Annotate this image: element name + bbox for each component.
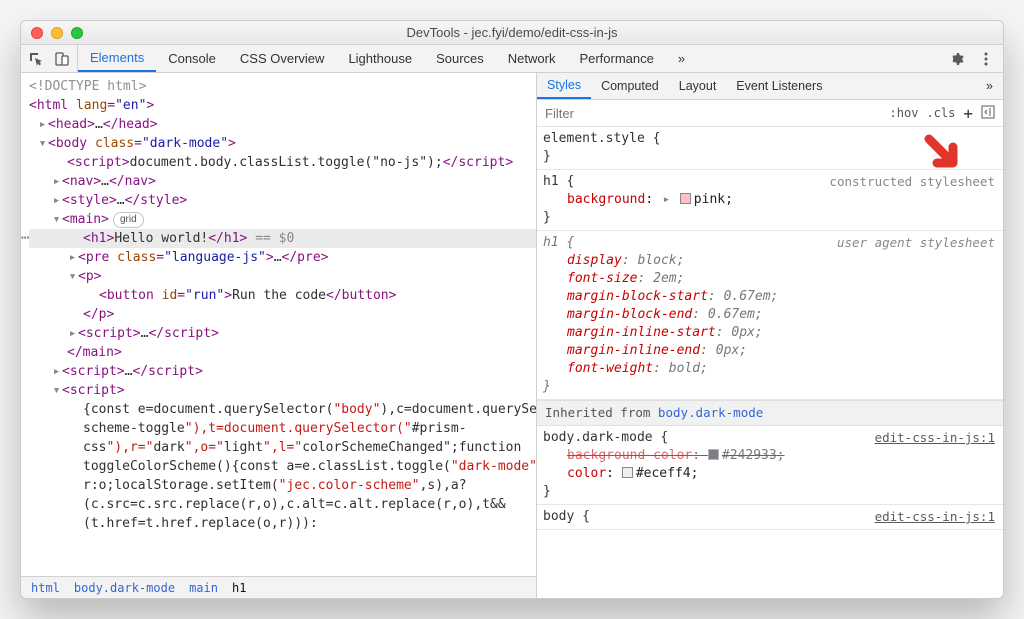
- kebab-icon[interactable]: [977, 50, 995, 68]
- dom-pane: <!DOCTYPE html> <html lang="en"> ▸<head>…: [21, 73, 537, 598]
- tab-sources[interactable]: Sources: [424, 45, 496, 72]
- traffic-lights: [31, 27, 83, 39]
- panel-toggle-icon[interactable]: [981, 105, 995, 122]
- crumb[interactable]: h1: [232, 581, 246, 595]
- inspect-icon[interactable]: [27, 50, 45, 68]
- tab-console[interactable]: Console: [156, 45, 228, 72]
- maximize-icon[interactable]: [71, 27, 83, 39]
- device-icon[interactable]: [53, 50, 71, 68]
- styles-tabs-overflow[interactable]: »: [976, 73, 1003, 99]
- tab-layout[interactable]: Layout: [669, 73, 727, 99]
- new-rule-button[interactable]: +: [963, 104, 973, 123]
- devtools-window: DevTools - jec.fyi/demo/edit-css-in-js E…: [20, 20, 1004, 599]
- titlebar: DevTools - jec.fyi/demo/edit-css-in-js: [21, 21, 1003, 45]
- main-toolbar: Elements Console CSS Overview Lighthouse…: [21, 45, 1003, 73]
- rule-element-style[interactable]: element.style { }: [537, 127, 1003, 170]
- rule-h1-constructed[interactable]: constructed stylesheet h1 { background: …: [537, 170, 1003, 231]
- close-icon[interactable]: [31, 27, 43, 39]
- window-title: DevTools - jec.fyi/demo/edit-css-in-js: [21, 25, 1003, 40]
- styles-tabs: Styles Computed Layout Event Listeners »: [537, 73, 1003, 100]
- rule-h1-ua[interactable]: user agent stylesheet h1 { display: bloc…: [537, 231, 1003, 400]
- styles-body[interactable]: element.style { } constructed stylesheet…: [537, 127, 1003, 598]
- rule-source[interactable]: constructed stylesheet: [829, 173, 995, 191]
- crumb[interactable]: body.dark-mode: [74, 581, 175, 595]
- tabs-overflow[interactable]: »: [666, 45, 697, 72]
- tab-elements[interactable]: Elements: [78, 45, 156, 72]
- rule-source: user agent stylesheet: [837, 234, 995, 252]
- color-swatch[interactable]: [680, 193, 691, 204]
- dom-tree[interactable]: <!DOCTYPE html> <html lang="en"> ▸<head>…: [21, 73, 536, 576]
- tab-network[interactable]: Network: [496, 45, 568, 72]
- styles-pane: Styles Computed Layout Event Listeners »…: [537, 73, 1003, 598]
- cls-button[interactable]: .cls: [926, 106, 955, 120]
- tab-event-listeners[interactable]: Event Listeners: [726, 73, 832, 99]
- inherited-link[interactable]: body.dark-mode: [658, 405, 763, 420]
- main-tabs: Elements Console CSS Overview Lighthouse…: [78, 45, 697, 72]
- color-swatch[interactable]: [622, 467, 633, 478]
- content-area: <!DOCTYPE html> <html lang="en"> ▸<head>…: [21, 73, 1003, 598]
- tab-styles[interactable]: Styles: [537, 73, 591, 99]
- tab-lighthouse[interactable]: Lighthouse: [336, 45, 424, 72]
- crumb[interactable]: main: [189, 581, 218, 595]
- minimize-icon[interactable]: [51, 27, 63, 39]
- styles-filter-bar: :hov .cls +: [537, 100, 1003, 127]
- color-swatch[interactable]: [708, 449, 719, 460]
- rule-source[interactable]: edit-css-in-js:1: [875, 508, 995, 526]
- breadcrumb: html body.dark-mode main h1: [21, 576, 536, 598]
- tab-css-overview[interactable]: CSS Overview: [228, 45, 337, 72]
- crumb[interactable]: html: [31, 581, 60, 595]
- rule-body-dark[interactable]: edit-css-in-js:1 body.dark-mode { backgr…: [537, 426, 1003, 505]
- rule-source[interactable]: edit-css-in-js:1: [875, 429, 995, 447]
- tab-performance[interactable]: Performance: [567, 45, 665, 72]
- hov-button[interactable]: :hov: [890, 106, 919, 120]
- doctype[interactable]: <!DOCTYPE html>: [29, 79, 146, 94]
- tab-computed[interactable]: Computed: [591, 73, 669, 99]
- rule-body[interactable]: edit-css-in-js:1 body {: [537, 505, 1003, 530]
- filter-input[interactable]: [537, 106, 882, 121]
- gear-icon[interactable]: [947, 50, 965, 68]
- inherited-from-bar: Inherited from body.dark-mode: [537, 400, 1003, 426]
- grid-badge[interactable]: grid: [113, 212, 144, 228]
- script-content: {const e=document.querySelector("body"),…: [29, 400, 536, 533]
- selected-node[interactable]: <h1>Hello world!</h1> == $0: [29, 229, 536, 248]
